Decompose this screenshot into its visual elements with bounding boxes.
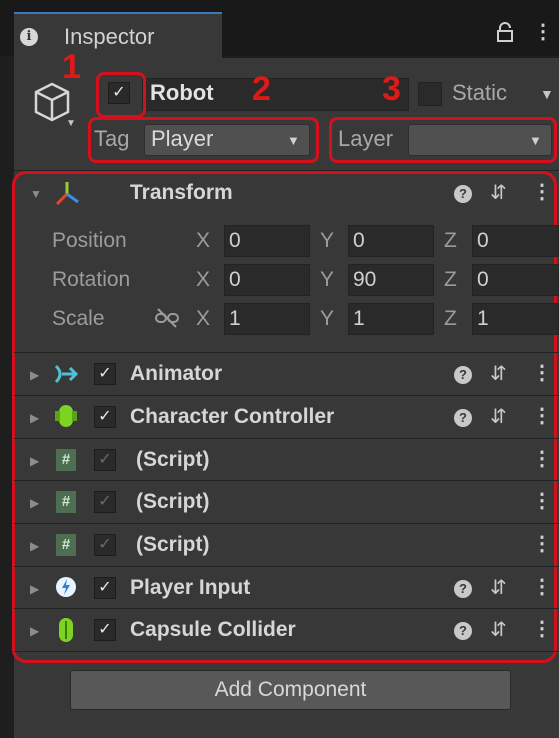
divider [14, 523, 559, 524]
presets-icon[interactable]: ⇵ [490, 575, 507, 600]
script-enabled-checkbox[interactable]: ✓ [94, 534, 116, 556]
capsule-collider-title: Capsule Collider [130, 618, 296, 641]
context-menu-icon[interactable]: ⋮ [532, 182, 552, 202]
foldout-arrow-icon[interactable]: ▶ [30, 411, 39, 425]
capsule-collider-enabled-checkbox[interactable]: ✓ [94, 619, 116, 641]
scale-y-field[interactable]: 1 [348, 303, 434, 335]
capsule-collider-icon [56, 617, 76, 648]
axis-z-label: Z [444, 307, 457, 330]
context-menu-icon[interactable]: ⋮ [532, 363, 552, 383]
static-checkbox[interactable] [418, 82, 442, 106]
context-menu-icon[interactable]: ⋮ [532, 491, 552, 511]
help-icon[interactable]: ? [454, 366, 472, 384]
axis-y-label: Y [320, 229, 335, 252]
context-menu-icon[interactable]: ⋮ [532, 449, 552, 469]
context-menu-icon[interactable]: ⋮ [532, 534, 552, 554]
annotation-number-1: 1 [62, 48, 81, 86]
tab-label: Inspector [64, 24, 155, 49]
axis-z-label: Z [444, 268, 457, 291]
help-icon[interactable]: ? [454, 409, 472, 427]
divider [14, 480, 559, 481]
rotation-y-field[interactable]: 90 [348, 264, 434, 296]
rotation-z-field[interactable]: 0 [472, 264, 559, 296]
constrain-proportions-icon[interactable] [154, 307, 180, 334]
position-label: Position [52, 229, 127, 252]
annotation-number-2: 2 [252, 70, 271, 108]
axis-x-label: X [196, 229, 211, 252]
help-icon[interactable]: ? [454, 185, 472, 203]
animator-title: Animator [130, 362, 223, 385]
annotation-box-1 [96, 72, 146, 118]
script-title: (Script) [136, 533, 210, 556]
help-icon[interactable]: ? [454, 580, 472, 598]
tab-inspector[interactable]: i Inspector [14, 12, 222, 58]
script-enabled-checkbox[interactable]: ✓ [94, 491, 116, 513]
player-input-title: Player Input [130, 576, 251, 599]
foldout-arrow-icon[interactable]: ▼ [30, 187, 42, 201]
axis-y-label: Y [320, 268, 335, 291]
divider [14, 352, 559, 353]
scale-label: Scale [52, 307, 105, 330]
icon-dropdown-caret-icon[interactable]: ▼ [66, 118, 76, 129]
help-icon[interactable]: ? [454, 622, 472, 640]
foldout-arrow-icon[interactable]: ▶ [30, 624, 39, 638]
divider [14, 651, 559, 652]
presets-icon[interactable]: ⇵ [490, 180, 507, 205]
script-icon: # [56, 534, 76, 556]
divider [14, 438, 559, 439]
info-icon: i [20, 28, 38, 46]
divider [14, 395, 559, 396]
axis-y-label: Y [320, 307, 335, 330]
tab-menu-icon[interactable]: ⋮ [533, 22, 553, 42]
divider [14, 170, 559, 171]
script-title: (Script) [136, 490, 210, 513]
annotation-box-3 [329, 117, 557, 163]
static-label: Static [452, 80, 508, 105]
annotation-number-3: 3 [382, 70, 401, 108]
animator-enabled-checkbox[interactable]: ✓ [94, 363, 116, 385]
script-icon: # [56, 449, 76, 471]
transform-icon [52, 180, 82, 213]
rotation-x-field[interactable]: 0 [224, 264, 310, 296]
foldout-arrow-icon[interactable]: ▶ [30, 454, 39, 468]
transform-title: Transform [130, 181, 233, 204]
character-controller-enabled-checkbox[interactable]: ✓ [94, 406, 116, 428]
presets-icon[interactable]: ⇵ [490, 617, 507, 642]
context-menu-icon[interactable]: ⋮ [532, 577, 552, 597]
presets-icon[interactable]: ⇵ [490, 404, 507, 429]
object-name-text: Robot [150, 80, 214, 105]
scale-x-field[interactable]: 1 [224, 303, 310, 335]
scale-z-field[interactable]: 1 [472, 303, 559, 335]
script-title: (Script) [136, 448, 210, 471]
position-y-field[interactable]: 0 [348, 225, 434, 257]
position-z-field[interactable]: 0 [472, 225, 559, 257]
foldout-arrow-icon[interactable]: ▶ [30, 368, 39, 382]
axis-x-label: X [196, 268, 211, 291]
annotation-box-2 [88, 117, 319, 163]
foldout-arrow-icon[interactable]: ▶ [30, 496, 39, 510]
position-x-field[interactable]: 0 [224, 225, 310, 257]
divider [14, 608, 559, 609]
rotation-label: Rotation [52, 268, 131, 291]
foldout-arrow-icon[interactable]: ▶ [30, 539, 39, 553]
character-controller-title: Character Controller [130, 405, 335, 428]
axis-z-label: Z [444, 229, 457, 252]
static-dropdown-caret-icon[interactable]: ▼ [540, 86, 554, 102]
divider [14, 566, 559, 567]
player-input-enabled-checkbox[interactable]: ✓ [94, 577, 116, 599]
axis-x-label: X [196, 307, 211, 330]
presets-icon[interactable]: ⇵ [490, 361, 507, 386]
character-controller-icon [54, 403, 78, 434]
add-component-button[interactable]: Add Component [70, 670, 511, 710]
foldout-arrow-icon[interactable]: ▶ [30, 582, 39, 596]
animator-icon [54, 362, 80, 391]
player-input-icon [54, 575, 78, 604]
lock-icon[interactable] [496, 22, 514, 47]
script-icon: # [56, 491, 76, 513]
context-menu-icon[interactable]: ⋮ [532, 406, 552, 426]
script-enabled-checkbox[interactable]: ✓ [94, 449, 116, 471]
context-menu-icon[interactable]: ⋮ [532, 619, 552, 639]
